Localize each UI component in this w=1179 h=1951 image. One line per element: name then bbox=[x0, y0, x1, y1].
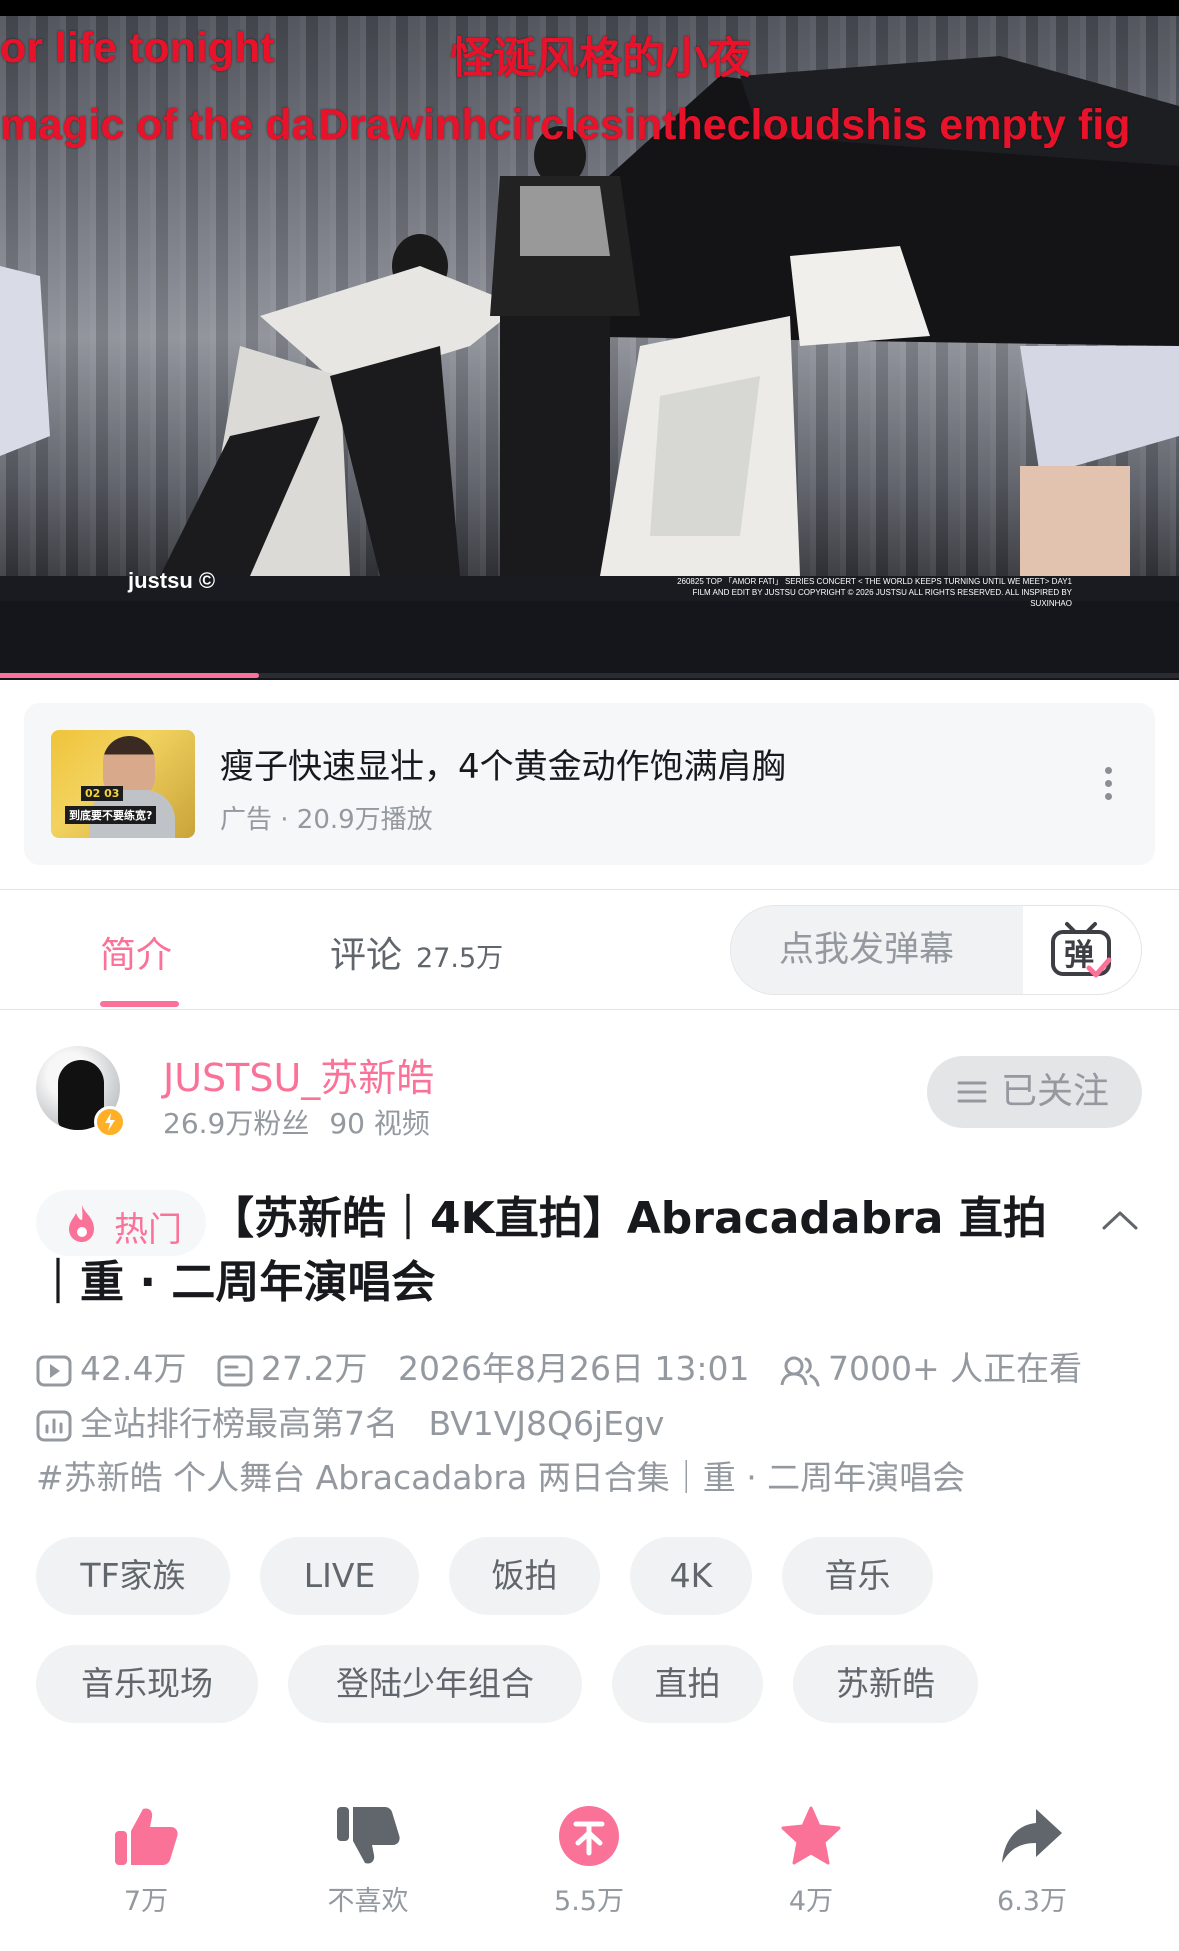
danmaku-send-box[interactable]: 点我发弹幕 弹 bbox=[730, 905, 1142, 995]
coin-icon bbox=[559, 1806, 619, 1866]
uploader-name[interactable]: JUSTSU_苏新皓 bbox=[163, 1047, 434, 1102]
watching-count: 7000+ 人正在看 bbox=[828, 1349, 1083, 1388]
play-count-icon bbox=[36, 1355, 72, 1386]
tag-chip[interactable]: 直拍 bbox=[612, 1645, 763, 1723]
video-credits: 260825 TOP 「AMOR FATI」 SERIES CONCERT < … bbox=[672, 576, 1072, 609]
video-title: 【苏新皓｜4K直拍】Abracadabra 直拍｜重 · 二周年演唱会 bbox=[36, 1193, 1047, 1308]
dislike-label: 不喜欢 bbox=[327, 1886, 409, 1917]
video-progress-bar[interactable] bbox=[0, 673, 1179, 678]
ad-subtitle: 广告 · 20.9万播放 bbox=[220, 805, 433, 835]
video-bottom-band bbox=[0, 601, 1179, 680]
tab-active-indicator bbox=[100, 1001, 179, 1007]
tab-intro[interactable]: 简介 bbox=[100, 926, 172, 978]
share-arrow-icon bbox=[1002, 1809, 1062, 1863]
ranking-icon bbox=[36, 1410, 72, 1441]
like-count: 7万 bbox=[123, 1886, 169, 1917]
danmaku-comment: or life tonight bbox=[0, 24, 275, 72]
uploader-fans: 26.9万粉丝 bbox=[163, 1107, 310, 1140]
coin-button[interactable]: 5.5万 bbox=[529, 1805, 649, 1918]
credits-line: 260825 TOP 「AMOR FATI」 SERIES CONCERT < … bbox=[677, 577, 1072, 586]
tag-chip[interactable]: TF家族 bbox=[36, 1537, 230, 1615]
ad-thumbnail: 02 03 到底要不要练宽? bbox=[51, 730, 195, 838]
share-button[interactable]: 6.3万 bbox=[972, 1805, 1092, 1918]
dislike-button[interactable]: 不喜欢 bbox=[308, 1805, 428, 1918]
video-top-bar bbox=[0, 0, 1179, 16]
thumbs-up-icon bbox=[115, 1808, 178, 1865]
comments-count: 27.5万 bbox=[416, 943, 504, 974]
video-player[interactable]: or life tonight 怪诞风格的小夜 magic of the da … bbox=[0, 0, 1179, 680]
danmaku-count-icon bbox=[217, 1355, 253, 1386]
thumbs-down-icon bbox=[337, 1807, 400, 1864]
credits-line: FILM AND EDIT BY JUSTSU COPYRIGHT © 2026… bbox=[692, 588, 1073, 608]
danmaku-toggle-icon[interactable]: 弹 bbox=[1049, 920, 1113, 982]
tab-comments-label: 评论 bbox=[330, 935, 403, 976]
like-button[interactable]: 7万 bbox=[86, 1805, 206, 1918]
tag-chip[interactable]: 苏新皓 bbox=[793, 1645, 978, 1723]
uploader-videos: 90 视频 bbox=[329, 1107, 430, 1140]
menu-icon bbox=[957, 1081, 987, 1103]
follow-button[interactable]: 已关注 bbox=[927, 1056, 1142, 1128]
danmaku-comment: Drawinhcirclesinthecloudshis empty fig bbox=[318, 101, 1131, 149]
chevron-up-icon[interactable] bbox=[1100, 1208, 1140, 1232]
tag-chip[interactable]: 登陆少年组合 bbox=[288, 1645, 582, 1723]
video-progress-fill bbox=[0, 673, 260, 678]
divider bbox=[0, 1009, 1179, 1010]
bvid: BV1VJ8Q6jEgv bbox=[428, 1404, 665, 1443]
danmaku-comment: 怪诞风格的小夜 bbox=[450, 35, 751, 83]
publish-date: 2026年8月26日 13:01 bbox=[397, 1349, 750, 1388]
coin-count: 5.5万 bbox=[554, 1886, 624, 1917]
favorite-button[interactable]: 4万 bbox=[751, 1805, 871, 1918]
favorite-count: 4万 bbox=[788, 1886, 834, 1917]
tag-chip[interactable]: 音乐 bbox=[782, 1537, 933, 1615]
tag-chip[interactable]: 音乐现场 bbox=[36, 1645, 258, 1723]
tab-comments[interactable]: 评论 27.5万 bbox=[330, 926, 503, 978]
ad-title: 瘦子快速显壮，4个黄金动作饱满肩胸 bbox=[220, 747, 786, 787]
video-meta-line-2: 全站排行榜最高第7名 BV1VJ8Q6jEgv bbox=[36, 1397, 664, 1445]
verified-badge-icon bbox=[94, 1106, 126, 1138]
video-meta-line: 42.4万 27.2万 2026年8月26日 13:01 7000+ 人正在看 bbox=[36, 1342, 1082, 1390]
danmaku-input[interactable]: 点我发弹幕 bbox=[731, 906, 1023, 994]
ranking-text[interactable]: 全站排行榜最高第7名 bbox=[80, 1404, 398, 1443]
ad-thumbnail-caption: 到底要不要练宽? bbox=[65, 806, 157, 824]
follow-label: 已关注 bbox=[1001, 1071, 1110, 1112]
video-description: #苏新皓 个人舞台 Abracadabra 两日合集｜重 · 二周年演唱会 bbox=[36, 1458, 966, 1497]
danmaku-count: 27.2万 bbox=[260, 1349, 368, 1388]
uploader-stats: 26.9万粉丝 90 视频 bbox=[163, 1102, 430, 1142]
more-vertical-icon[interactable] bbox=[1105, 767, 1113, 803]
danmaku-comment: magic of the da bbox=[0, 101, 316, 149]
tag-chip[interactable]: 4K bbox=[630, 1537, 752, 1615]
ad-card[interactable]: 02 03 到底要不要练宽? 瘦子快速显壮，4个黄金动作饱满肩胸 广告 · 20… bbox=[24, 703, 1155, 865]
viewers-icon bbox=[780, 1356, 820, 1386]
video-watermark: justsu © bbox=[128, 568, 216, 593]
tag-chip[interactable]: 饭拍 bbox=[449, 1537, 600, 1615]
share-count: 6.3万 bbox=[997, 1886, 1067, 1917]
play-count: 42.4万 bbox=[80, 1349, 187, 1388]
divider bbox=[0, 889, 1179, 890]
ad-thumbnail-tag: 02 03 bbox=[81, 786, 124, 801]
tag-chip[interactable]: LIVE bbox=[260, 1537, 419, 1615]
star-icon bbox=[781, 1806, 841, 1865]
